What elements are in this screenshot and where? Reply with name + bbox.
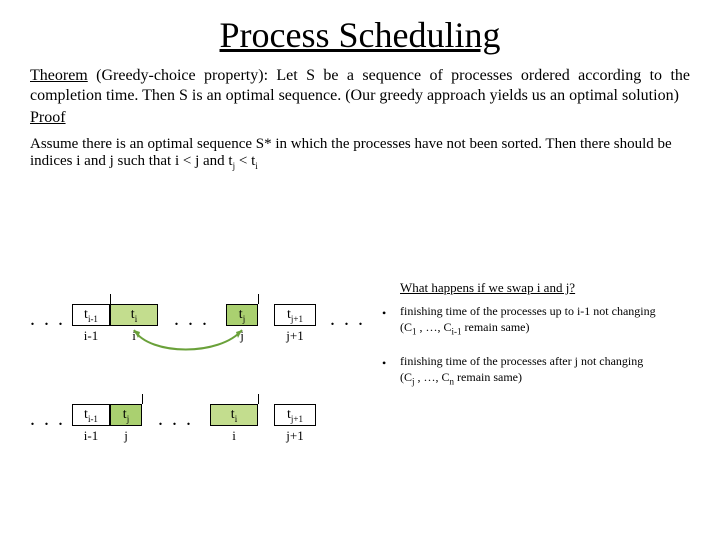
assume-text: Assume there is an optimal sequence S* i…: [30, 136, 690, 171]
theorem-label: Theorem: [30, 67, 88, 84]
bullet-2: finishing time of the processes after j …: [400, 354, 690, 388]
ellipsis-icon: . . .: [30, 308, 65, 331]
cap2-j1: j+1: [274, 428, 316, 444]
assume-body: Assume there is an optimal sequence S* i…: [30, 136, 672, 169]
proof-label: Proof: [30, 108, 690, 128]
tick-icon: [142, 394, 143, 404]
slide-title: Process Scheduling: [30, 14, 690, 56]
theorem-body: (Greedy-choice property): Let S be a seq…: [30, 67, 690, 104]
bullet-1: finishing time of the processes up to i-…: [400, 304, 690, 338]
box2-ti: ti: [210, 404, 258, 426]
cap2-i-1: i-1: [72, 428, 110, 444]
bullet-icon: •: [382, 306, 386, 321]
box2-tj1: tj+1: [274, 404, 316, 426]
tick-icon: [110, 294, 111, 304]
box-tj: tj: [226, 304, 258, 326]
diagram-area: . . . ti-1 i-1 ti i . . . tj j tj+1 j+1 …: [30, 280, 690, 530]
bullet-icon: •: [382, 356, 386, 371]
cap-i-1: i-1: [72, 328, 110, 344]
cap2-i: i: [210, 428, 258, 444]
swap-question: What happens if we swap i and j?: [400, 280, 575, 296]
cap-j1: j+1: [274, 328, 316, 344]
ellipsis-icon: . . .: [158, 408, 193, 431]
cap2-j: j: [110, 428, 142, 444]
box-ti-1: ti-1: [72, 304, 110, 326]
ellipsis-icon: . . .: [30, 408, 65, 431]
swap-arrow-icon: [110, 324, 260, 364]
box-tj1: tj+1: [274, 304, 316, 326]
box-ti: ti: [110, 304, 158, 326]
box2-tj: tj: [110, 404, 142, 426]
theorem-text: Theorem (Greedy-choice property): Let S …: [30, 66, 690, 106]
tick-icon: [258, 294, 259, 304]
tick-icon: [258, 394, 259, 404]
assume-tail: < t: [235, 153, 255, 169]
ellipsis-icon: . . .: [330, 308, 365, 331]
box2-ti-1: ti-1: [72, 404, 110, 426]
